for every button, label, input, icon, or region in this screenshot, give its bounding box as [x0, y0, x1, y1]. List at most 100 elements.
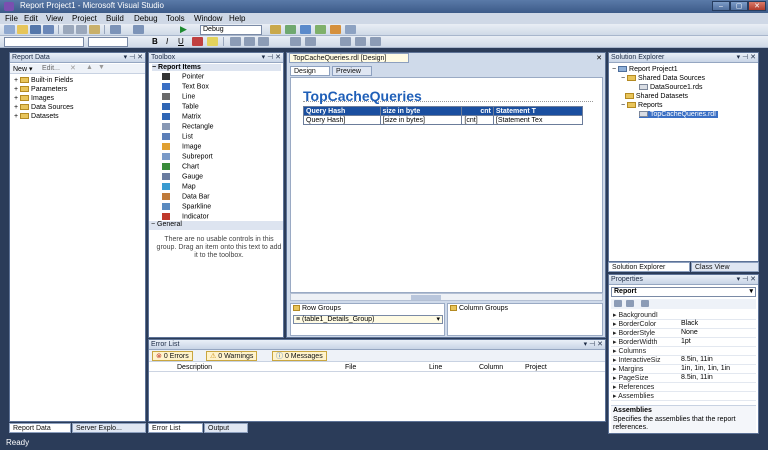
menu-file[interactable]: File	[5, 14, 18, 23]
layout-icon-3[interactable]	[370, 37, 381, 46]
menu-view[interactable]: View	[46, 14, 63, 23]
tab-topcachequeries-design[interactable]: TopCacheQueries.rdl [Design]	[289, 53, 409, 63]
properties-object-select[interactable]: Report ▾	[611, 287, 756, 297]
toolbox-item-list[interactable]: List	[162, 133, 193, 140]
tree-item-builtin-fields[interactable]: + Built-in Fields	[14, 77, 73, 84]
menu-help[interactable]: Help	[229, 14, 245, 23]
property-row[interactable]: ▸ BackgroundI	[611, 311, 756, 320]
table-cell[interactable]: [Statement Tex	[492, 115, 584, 125]
toolbox-item-map[interactable]: Map	[162, 183, 196, 190]
toolbar-icon-5[interactable]	[345, 25, 356, 34]
tab-server-explorer[interactable]: Server Explo...	[72, 423, 146, 433]
font-name-select[interactable]	[4, 37, 84, 47]
table-header-cell[interactable]: Query Hash	[303, 106, 381, 116]
property-row[interactable]: ▸ BorderColor Black	[611, 320, 756, 329]
new-project-icon[interactable]	[4, 25, 15, 34]
tab-solution-explorer[interactable]: Solution Explorer	[608, 262, 690, 272]
toolbox-item-text-box[interactable]: Text Box	[162, 83, 209, 90]
property-row[interactable]: ▸ BorderStyle None	[611, 329, 756, 338]
alphabetical-icon[interactable]	[626, 300, 634, 307]
undo-icon[interactable]	[110, 25, 121, 34]
table-header-cell[interactable]: size in byte	[379, 106, 463, 116]
solution-explorer-pin-icon[interactable]: ▾ ⊣ ✕	[737, 53, 756, 63]
tab-design[interactable]: Design	[290, 66, 330, 76]
align-left-icon[interactable]	[230, 37, 241, 46]
toolbox-item-pointer[interactable]: Pointer	[162, 73, 204, 80]
tree-item-parameters[interactable]: + Parameters	[14, 86, 67, 93]
layout-icon-2[interactable]	[355, 37, 366, 46]
tab-output[interactable]: Output	[204, 423, 248, 433]
highlight-icon[interactable]	[207, 37, 218, 46]
column-file[interactable]: File	[345, 364, 356, 371]
column-description[interactable]: Description	[177, 364, 212, 371]
border-icon[interactable]	[290, 37, 301, 46]
toolbox-item-image[interactable]: Image	[162, 143, 201, 150]
save-all-icon[interactable]	[43, 25, 54, 34]
font-size-select[interactable]	[88, 37, 128, 47]
tree-item-data-sources[interactable]: + Data Sources	[14, 104, 73, 111]
toolbar-icon-1[interactable]	[285, 25, 296, 34]
toolbox-item-matrix[interactable]: Matrix	[162, 113, 201, 120]
column-project[interactable]: Project	[525, 364, 547, 371]
underline-icon[interactable]: U	[178, 37, 184, 46]
property-value[interactable]: None	[681, 329, 698, 336]
toolbar-icon-4[interactable]	[330, 25, 341, 34]
toolbox-item-subreport[interactable]: Subreport	[162, 153, 213, 160]
tree-item-reports[interactable]: − Reports	[621, 102, 663, 109]
toolbox-group-general[interactable]: − General	[149, 221, 283, 230]
edit-button[interactable]: Edit...	[42, 65, 60, 72]
column-column[interactable]: Column	[479, 364, 503, 371]
open-icon[interactable]	[17, 25, 28, 34]
solution-config-select[interactable]: Debug	[200, 25, 262, 35]
property-row[interactable]: ▸ BorderWidth 1pt	[611, 338, 756, 347]
toolbox-item-line[interactable]: Line	[162, 93, 195, 100]
toolbox-item-chart[interactable]: Chart	[162, 163, 199, 170]
toolbar-icon-3[interactable]	[315, 25, 326, 34]
property-value[interactable]: 1in, 1in, 1in, 1in	[681, 365, 730, 372]
tab-report-data[interactable]: Report Data	[9, 423, 71, 433]
redo-icon[interactable]	[133, 25, 144, 34]
cut-icon[interactable]	[63, 25, 74, 34]
tree-item-shared-datasets[interactable]: Shared Datasets	[621, 93, 688, 100]
save-icon[interactable]	[30, 25, 41, 34]
errors-filter-button[interactable]: ⊗ 0 Errors	[152, 351, 193, 361]
layout-icon-1[interactable]	[340, 37, 351, 46]
tab-error-list[interactable]: Error List	[148, 423, 203, 433]
tree-item-report-file[interactable]: TopCacheQueries.rdl	[639, 111, 718, 118]
font-color-icon[interactable]	[192, 37, 203, 46]
menu-build[interactable]: Build	[106, 14, 124, 23]
paste-icon[interactable]	[89, 25, 100, 34]
messages-filter-button[interactable]: ⓘ 0 Messages	[272, 351, 327, 361]
report-title-textbox[interactable]: TopCacheQueries	[303, 88, 593, 104]
minimize-button[interactable]: –	[712, 1, 730, 11]
property-row[interactable]: ▸ Columns	[611, 347, 756, 356]
properties-pin-icon[interactable]: ▾ ⊣ ✕	[737, 275, 756, 285]
column-line[interactable]: Line	[429, 364, 442, 371]
table-cell[interactable]: [size in bytes]	[379, 115, 463, 125]
italic-icon[interactable]: I	[166, 37, 168, 46]
toolbox-item-rectangle[interactable]: Rectangle	[162, 123, 214, 130]
toolbox-item-data-bar[interactable]: Data Bar	[162, 193, 210, 200]
tree-item-images[interactable]: + Images	[14, 95, 54, 102]
move-down-icon[interactable]: ▼	[98, 64, 105, 71]
table-header-cell[interactable]: cnt	[461, 106, 494, 116]
toolbox-item-sparkline[interactable]: Sparkline	[162, 203, 211, 210]
warnings-filter-button[interactable]: ⚠ 0 Warnings	[206, 351, 258, 361]
close-document-icon[interactable]: ✕	[596, 54, 602, 62]
scrollbar-thumb[interactable]	[411, 295, 441, 300]
property-row[interactable]: ▸ Assemblies	[611, 392, 756, 401]
tree-item-shared-data-sources[interactable]: − Shared Data Sources	[621, 75, 705, 82]
find-icon[interactable]	[270, 25, 281, 34]
property-value[interactable]: 8.5in, 11in	[681, 356, 713, 363]
close-button[interactable]: ✕	[748, 1, 766, 11]
tab-class-view[interactable]: Class View	[691, 262, 759, 272]
maximize-button[interactable]: ▢	[730, 1, 748, 11]
report-table[interactable]: Query Hash size in byte cnt Statement T …	[303, 106, 584, 125]
panel-pin-icon[interactable]: ▾ ⊣ ✕	[124, 53, 143, 63]
toolbox-item-gauge[interactable]: Gauge	[162, 173, 203, 180]
tree-item-project[interactable]: − Report Project1	[612, 66, 678, 73]
table-header-cell[interactable]: Statement T	[492, 106, 584, 116]
property-pages-icon[interactable]	[641, 300, 649, 307]
tab-preview[interactable]: Preview	[332, 66, 372, 76]
property-row[interactable]: ▸ References	[611, 383, 756, 392]
